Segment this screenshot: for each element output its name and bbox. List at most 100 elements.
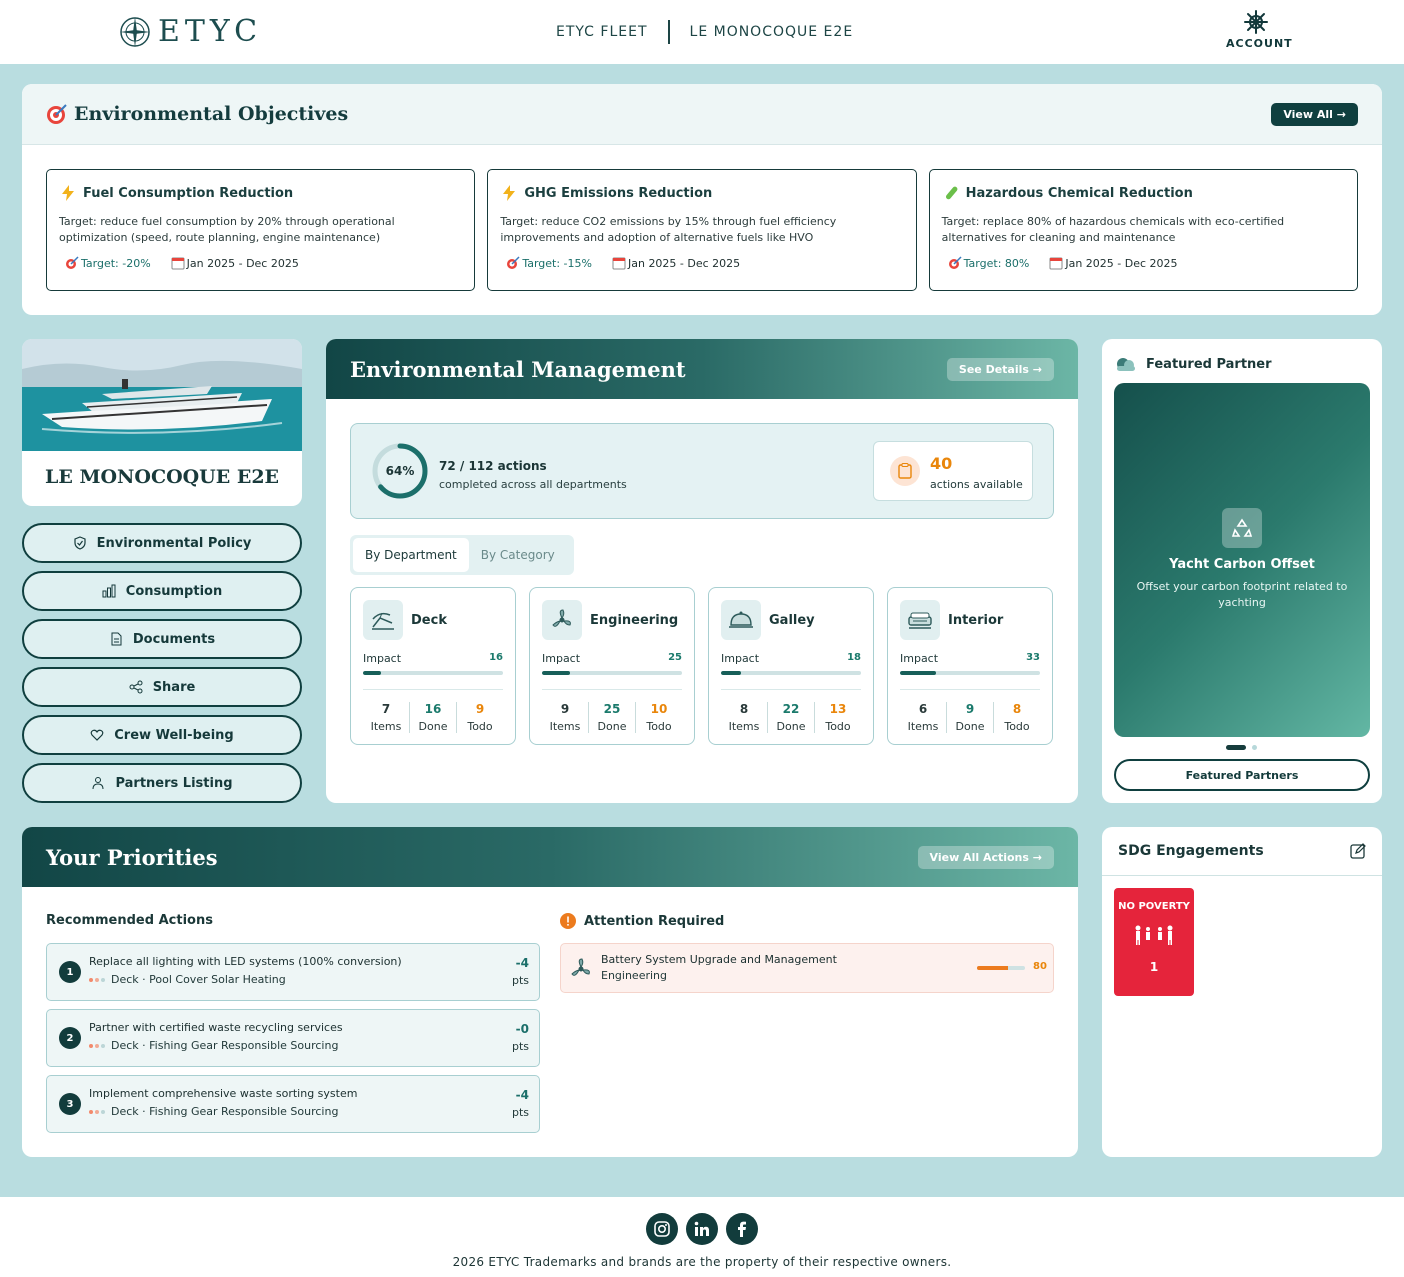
nav-vessel-link[interactable]: LE MONOCOQUE E2E: [690, 24, 854, 40]
cloche-icon: [721, 600, 761, 640]
target-icon: [66, 256, 79, 269]
recommended-action-item[interactable]: 3 Implement comprehensive waste sorting …: [46, 1075, 540, 1133]
actions-available-card[interactable]: 40 actions available: [873, 441, 1033, 501]
objectives-header: Environmental Objectives View All →: [22, 84, 1382, 145]
sdg-tile-title: NO POVERTY: [1118, 901, 1190, 912]
carousel-dot-active[interactable]: [1226, 745, 1246, 750]
objective-card[interactable]: Hazardous Chemical Reduction Target: rep…: [928, 169, 1358, 291]
button-label: Share: [152, 679, 196, 695]
impact-bar-fill: [363, 671, 382, 675]
action-subtitle: Deck · Pool Cover Solar Heating: [111, 973, 286, 986]
top-bar: ETYC ETYC FLEET LE MONOCOQUE E2E ACCOUNT: [0, 0, 1404, 64]
action-points: -0: [515, 1022, 529, 1036]
test-tube-icon: [945, 186, 958, 200]
done-count: 9: [965, 702, 975, 716]
impact-bar-fill: [721, 671, 741, 675]
partners-listing-button[interactable]: Partners Listing: [22, 763, 302, 803]
tab-by-department[interactable]: By Department: [353, 538, 469, 572]
view-all-objectives-button[interactable]: View All →: [1271, 102, 1358, 126]
attention-score-bar: [977, 966, 1025, 970]
items-count: 9: [560, 702, 570, 716]
featured-partner-title: Featured Partner: [1114, 355, 1272, 373]
department-card-deck[interactable]: Deck Impact 16 7 Items 16 Done 9 Todo: [350, 587, 516, 745]
objective-card[interactable]: Fuel Consumption Reduction Target: reduc…: [46, 169, 476, 291]
etyc-logo[interactable]: ETYC: [118, 14, 262, 49]
partner-carousel-slide[interactable]: Yacht Carbon Offset Offset your carbon f…: [1114, 383, 1370, 737]
document-icon: [111, 632, 122, 646]
done-label: Done: [776, 720, 806, 733]
heart-icon: [90, 729, 104, 741]
action-title: Implement comprehensive waste sorting sy…: [89, 1087, 358, 1100]
recommended-actions-label: Recommended Actions: [46, 913, 213, 928]
your-priorities-panel: Your Priorities View All Actions → Recom…: [22, 827, 1078, 1157]
items-label: Items: [728, 720, 760, 733]
todo-count: 9: [475, 702, 485, 716]
propeller-icon: [542, 600, 582, 640]
propeller-icon: [569, 957, 593, 985]
calendar-icon: [1049, 257, 1063, 270]
account-label: ACCOUNT: [1226, 37, 1293, 50]
objective-description: Target: reduce CO2 emissions by 15% thro…: [500, 215, 837, 244]
recommended-action-item[interactable]: 2 Partner with certified waste recycling…: [46, 1009, 540, 1067]
department-card-interior[interactable]: Interior Impact 33 6 Items 9 Done 8 Todo: [887, 587, 1053, 745]
objectives-title-text: Environmental Objectives: [74, 103, 349, 125]
impact-value: 18: [847, 652, 861, 663]
priorities-title: Your Priorities: [46, 844, 218, 870]
objective-card[interactable]: GHG Emissions Reduction Target: reduce C…: [487, 169, 917, 291]
impact-bar: [542, 671, 682, 675]
attention-title: Battery System Upgrade and Management: [601, 953, 837, 966]
share-icon: [129, 680, 143, 694]
nav-fleet-link[interactable]: ETYC FLEET: [556, 24, 648, 40]
featured-partners-button[interactable]: Featured Partners: [1114, 759, 1370, 791]
attention-item[interactable]: Battery System Upgrade and Management En…: [560, 943, 1054, 993]
objectives-title: Environmental Objectives: [46, 103, 348, 125]
family-icon: [1135, 925, 1173, 945]
rank-badge: 3: [59, 1093, 81, 1115]
actions-completed-sub: completed across all departments: [439, 478, 627, 491]
done-count: 16: [424, 702, 442, 716]
done-label: Done: [955, 720, 985, 733]
items-count: 8: [739, 702, 749, 716]
share-button[interactable]: Share: [22, 667, 302, 707]
bed-icon: [900, 600, 940, 640]
action-points: -4: [515, 1088, 529, 1102]
partner-name: Yacht Carbon Offset: [1169, 557, 1315, 572]
environmental-management-panel: Environmental Management See Details → 6…: [326, 339, 1078, 803]
button-label: Consumption: [125, 583, 223, 599]
progress-ring: 64%: [372, 443, 428, 499]
copyright-text: 2026 ETYC Trademarks and brands are the …: [452, 1255, 952, 1269]
alert-icon: [560, 913, 576, 929]
button-label: Crew Well-being: [114, 727, 234, 743]
sdg-tile-no-poverty[interactable]: NO POVERTY 1: [1114, 888, 1194, 996]
facebook-icon[interactable]: [726, 1213, 758, 1245]
see-details-button[interactable]: See Details →: [946, 357, 1054, 381]
linkedin-icon[interactable]: [686, 1213, 718, 1245]
department-card-engineering[interactable]: Engineering Impact 25 9 Items 25 Done 10 Tod…: [529, 587, 695, 745]
tab-by-category[interactable]: By Category: [469, 538, 567, 572]
impact-label: Impact: [721, 652, 760, 665]
yacht-photo: [22, 339, 302, 451]
environmental-policy-button[interactable]: Environmental Policy: [22, 523, 302, 563]
actions-available-count: 40: [930, 454, 953, 473]
department-card-galley[interactable]: Galley Impact 18 8 Items 22 Done 13 Todo: [708, 587, 874, 745]
department-name: Engineering: [590, 612, 679, 628]
action-points: -4: [515, 956, 529, 970]
documents-button[interactable]: Documents: [22, 619, 302, 659]
objective-title: GHG Emissions Reduction: [524, 185, 713, 201]
account-button[interactable]: ACCOUNT: [1226, 10, 1293, 50]
compass-logo-icon: [120, 16, 150, 47]
sdg-header: SDG Engagements: [1102, 827, 1382, 876]
view-all-actions-button[interactable]: View All Actions →: [917, 845, 1054, 869]
carousel-dot[interactable]: [1252, 745, 1257, 750]
actions-available-label: actions available: [930, 478, 1023, 491]
edit-icon[interactable]: [1350, 843, 1366, 859]
crew-wellbeing-button[interactable]: Crew Well-being: [22, 715, 302, 755]
consumption-button[interactable]: Consumption: [22, 571, 302, 611]
featured-partner-panel: Featured Partner Yacht Carbon Offset Off…: [1102, 339, 1382, 803]
partner-description: Offset your carbon footprint related to …: [1136, 580, 1348, 609]
recommended-action-item[interactable]: 1 Replace all lighting with LED systems …: [46, 943, 540, 1001]
rank-badge: 1: [59, 961, 81, 983]
impact-value: 16: [489, 652, 503, 663]
points-unit: pts: [511, 1040, 529, 1053]
instagram-icon[interactable]: [646, 1213, 678, 1245]
